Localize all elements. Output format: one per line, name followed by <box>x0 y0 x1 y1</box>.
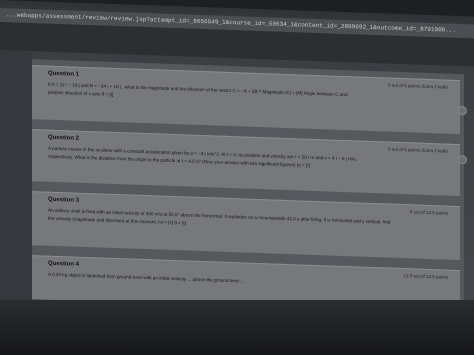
circle-icon[interactable] <box>458 154 467 165</box>
question-title: Question 4 <box>48 260 80 268</box>
question-3: Question 3 0 out of 12.5 points An artil… <box>32 191 460 261</box>
left-sidebar <box>0 50 32 302</box>
question-title: Question 3 <box>48 196 80 204</box>
question-2: Question 2 0 out of 5 points (Extra Cred… <box>32 129 460 197</box>
review-content: Question 1 0 out of 5 points (Extra Cred… <box>32 59 464 315</box>
question-points: 0 out of 5 points (Extra Credit) <box>387 82 448 90</box>
question-title: Question 1 <box>48 70 80 78</box>
question-title: Question 2 <box>48 134 80 142</box>
question-1: Question 1 0 out of 5 points (Extra Cred… <box>32 65 460 135</box>
right-toolbar <box>458 105 470 165</box>
question-points: 0 out of 12.5 points <box>409 209 448 216</box>
monitor-screen: ...webapps/assessment/review/review.jsp?… <box>0 0 474 317</box>
circle-icon[interactable] <box>458 105 467 116</box>
question-points: 12.5 out of 12.5 points <box>403 273 448 280</box>
question-points: 0 out of 5 points (Extra Credit) <box>387 146 448 154</box>
desk-background <box>0 300 474 355</box>
